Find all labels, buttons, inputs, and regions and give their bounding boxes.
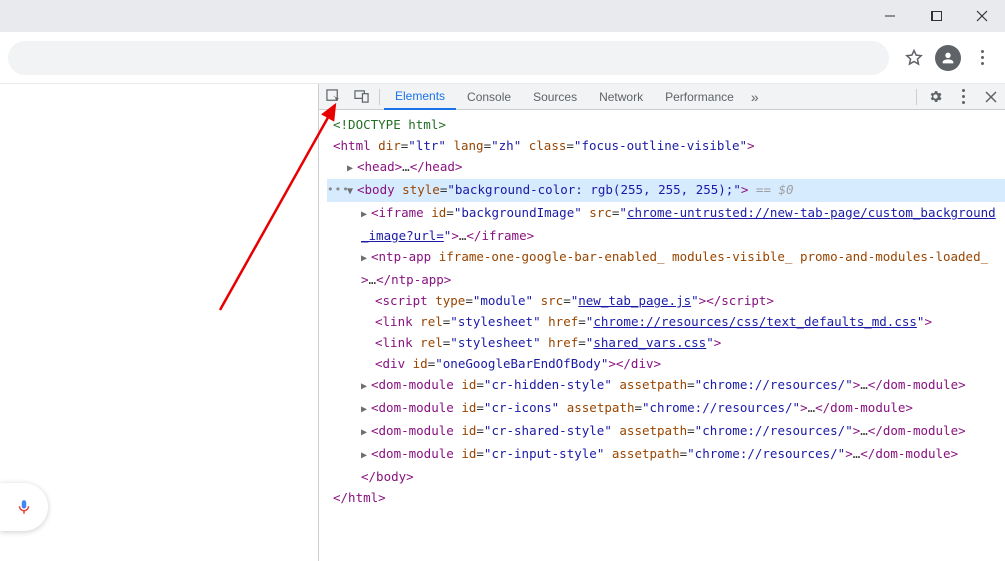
browser-menu-button[interactable] bbox=[965, 41, 999, 75]
script-node[interactable]: <script type="module" src="new_tab_page.… bbox=[327, 290, 1005, 311]
devtools-toolbar: Elements Console Sources Network Perform… bbox=[319, 84, 1005, 110]
div-node[interactable]: <div id="oneGoogleBarEndOfBody"></div> bbox=[327, 353, 1005, 374]
tabs-overflow-icon[interactable]: » bbox=[745, 89, 765, 105]
close-window-button[interactable] bbox=[959, 0, 1005, 32]
dom-module-3[interactable]: ▶<dom-module id="cr-shared-style" assetp… bbox=[327, 420, 1005, 443]
settings-gear-icon[interactable] bbox=[921, 84, 949, 110]
devtools-close-icon[interactable] bbox=[977, 84, 1005, 110]
body-node[interactable]: •••▼<body style="background-color: rgb(2… bbox=[327, 179, 1005, 202]
tab-console[interactable]: Console bbox=[456, 84, 522, 110]
html-close-node[interactable]: </html> bbox=[327, 487, 1005, 508]
device-toolbar-icon[interactable] bbox=[347, 84, 375, 110]
head-node[interactable]: ▶<head>…</head> bbox=[327, 156, 1005, 179]
body-close-node[interactable]: </body> bbox=[327, 466, 1005, 487]
address-bar-row bbox=[0, 32, 1005, 84]
devtools-panel: Elements Console Sources Network Perform… bbox=[318, 84, 1005, 561]
inspect-element-icon[interactable] bbox=[319, 84, 347, 110]
selected-node-actions-icon[interactable]: ••• bbox=[327, 179, 350, 200]
profile-avatar[interactable] bbox=[931, 41, 965, 75]
page-viewport bbox=[0, 84, 318, 561]
tab-performance[interactable]: Performance bbox=[654, 84, 745, 110]
dom-module-1[interactable]: ▶<dom-module id="cr-hidden-style" assetp… bbox=[327, 374, 1005, 397]
tab-elements[interactable]: Elements bbox=[384, 84, 456, 110]
minimize-button[interactable] bbox=[867, 0, 913, 32]
tab-sources[interactable]: Sources bbox=[522, 84, 588, 110]
tab-network[interactable]: Network bbox=[588, 84, 654, 110]
elements-dom-tree[interactable]: <!DOCTYPE html> <html dir="ltr" lang="zh… bbox=[319, 110, 1005, 561]
voice-search-button[interactable] bbox=[0, 483, 48, 531]
bookmark-star-icon[interactable] bbox=[897, 41, 931, 75]
link1-node[interactable]: <link rel="stylesheet" href="chrome://re… bbox=[327, 311, 1005, 332]
maximize-button[interactable] bbox=[913, 0, 959, 32]
ntp-app-node[interactable]: ▶<ntp-app iframe-one-google-bar-enabled_… bbox=[327, 246, 1005, 290]
dom-module-2[interactable]: ▶<dom-module id="cr-icons" assetpath="ch… bbox=[327, 397, 1005, 420]
dom-module-4[interactable]: ▶<dom-module id="cr-input-style" assetpa… bbox=[327, 443, 1005, 466]
doctype-node: <!DOCTYPE html> bbox=[333, 117, 446, 132]
window-titlebar bbox=[0, 0, 1005, 32]
devtools-menu-icon[interactable] bbox=[949, 84, 977, 110]
iframe-node[interactable]: ▶<iframe id="backgroundImage" src="chrom… bbox=[327, 202, 1005, 246]
html-node[interactable]: <html dir="ltr" lang="zh" class="focus-o… bbox=[327, 135, 1005, 156]
address-bar[interactable] bbox=[8, 41, 889, 75]
link2-node[interactable]: <link rel="stylesheet" href="shared_vars… bbox=[327, 332, 1005, 353]
